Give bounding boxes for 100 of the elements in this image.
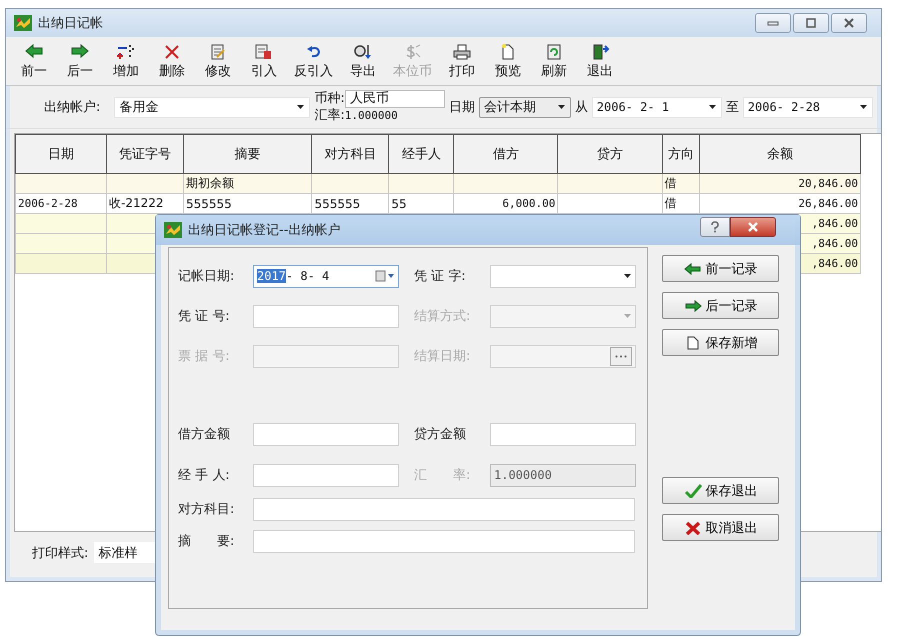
dropdown-field[interactable]: [490, 264, 636, 288]
table-cell: ,846.00: [812, 217, 858, 230]
table-cell: 26,846.00: [798, 197, 858, 210]
close-button[interactable]: [730, 217, 776, 237]
window-title: 出纳日记帐: [38, 15, 103, 32]
table-cell: 收-21222: [109, 196, 164, 210]
table-cell: ,846.00: [812, 237, 858, 250]
toolbar-button[interactable]: 导出: [343, 42, 383, 80]
column-header[interactable]: 余额: [700, 134, 860, 174]
rate-value: 1.000000: [344, 108, 398, 124]
left-arrow-icon: [684, 262, 702, 276]
toolbar-button[interactable]: 修改: [198, 42, 238, 80]
field-label: 凭 证 号:: [178, 308, 231, 325]
close-icon: [843, 18, 855, 28]
minimize-button[interactable]: [755, 13, 791, 33]
to-label: 至: [726, 99, 739, 116]
table-cell: 2006-2-28: [18, 197, 78, 210]
table-cell: ,846.00: [812, 257, 858, 270]
column-header[interactable]: 日期: [16, 134, 107, 174]
export-icon: [353, 42, 373, 60]
close-button[interactable]: [831, 13, 867, 33]
cross-icon: [684, 520, 702, 534]
currency-dropdown[interactable]: 人民币: [344, 90, 445, 108]
table-cell: 20,846.00: [798, 177, 858, 190]
currency-label: 币种:: [314, 91, 345, 107]
dialog-button[interactable]: 前一记录: [662, 255, 779, 282]
field-label: 结算日期:: [414, 348, 472, 365]
help-button[interactable]: [700, 217, 730, 237]
account-label: 出纳帐户:: [44, 99, 100, 116]
table-cell: 55: [391, 196, 407, 210]
field-label: 借方金额: [178, 426, 231, 443]
field-label: 汇 率:: [414, 467, 472, 484]
document-import-icon: [254, 42, 274, 60]
help-icon: [710, 221, 720, 233]
dropdown-arrow-icon: [296, 104, 306, 110]
to-date-picker[interactable]: 2006- 2-28: [742, 96, 873, 118]
column-header[interactable]: 经手人: [388, 134, 454, 174]
input-field[interactable]: [253, 498, 635, 520]
dialog-button[interactable]: 保存退出: [662, 477, 779, 504]
table-cell: 借: [664, 196, 677, 210]
input-field[interactable]: [253, 422, 399, 446]
table-row[interactable]: 期初余额 借 20,846.00: [16, 174, 860, 194]
toolbar-button[interactable]: 退出: [580, 42, 620, 80]
column-header[interactable]: 对方科目: [312, 134, 389, 174]
input-field[interactable]: [253, 530, 635, 552]
right-arrow-icon: [70, 42, 90, 60]
maximize-button[interactable]: [793, 13, 829, 33]
dialog-button[interactable]: 取消退出: [662, 514, 779, 541]
toolbar-button[interactable]: 增加: [106, 42, 146, 80]
toolbar-button[interactable]: 引入: [244, 42, 284, 80]
right-arrow-icon: [684, 298, 702, 312]
from-date-picker[interactable]: 2006- 2- 1: [592, 96, 722, 118]
dropdown-arrow-icon: [858, 104, 868, 110]
check-icon: [684, 484, 702, 498]
period-dropdown[interactable]: 会计本期: [478, 96, 571, 118]
field-label: 贷方金额: [414, 426, 467, 443]
toolbar-button[interactable]: 前一: [14, 42, 54, 80]
field-label: 经 手 人:: [178, 467, 231, 484]
toolbar-button[interactable]: 反引入: [290, 42, 337, 80]
dialog-button[interactable]: 保存新增: [662, 329, 779, 356]
dropdown-arrow-icon: [708, 104, 717, 110]
dropdown-arrow-icon: [556, 104, 566, 110]
toolbar-button[interactable]: 删除: [152, 42, 192, 80]
field-label: 票 据 号:: [178, 348, 231, 365]
calendar-dropdown-icon: [375, 270, 395, 282]
input-field[interactable]: [253, 464, 399, 486]
rate-label: 汇率:: [314, 108, 345, 124]
toolbar-button[interactable]: 刷新: [534, 42, 574, 80]
column-header[interactable]: 凭证字号: [106, 134, 184, 174]
print-style-label: 打印样式:: [32, 544, 88, 562]
input-field[interactable]: [490, 422, 636, 446]
toolbar-button[interactable]: 后一: [60, 42, 100, 80]
dialog-button[interactable]: 后一记录: [662, 292, 779, 319]
plus-lines-icon: [116, 42, 136, 60]
column-header[interactable]: 摘要: [183, 134, 312, 174]
table-cell: 555555: [186, 196, 232, 210]
table-row[interactable]: 2006-2-28 收-21222 555555 555555 55 6,000.00 借 26,846.00: [16, 194, 860, 214]
dropdown-arrow-icon: [623, 313, 632, 319]
left-arrow-icon: [24, 42, 44, 60]
account-dropdown[interactable]: 备用金: [114, 96, 310, 118]
toolbar-button[interactable]: 预览: [488, 42, 528, 80]
column-header[interactable]: 借方: [454, 134, 558, 174]
input-field[interactable]: [253, 304, 399, 328]
date-picker[interactable]: 2017- 8- 4: [253, 264, 399, 288]
field-label: 凭 证 字:: [414, 268, 467, 285]
table-cell: 期初余额: [186, 176, 234, 190]
close-icon: [747, 222, 759, 232]
app-icon: [164, 222, 182, 238]
toolbar-button[interactable]: 打印: [442, 42, 482, 80]
field-label: 结算方式:: [414, 308, 472, 325]
date-label: 日期: [448, 99, 475, 116]
minimize-icon: [767, 19, 779, 27]
column-header[interactable]: 方向: [662, 134, 700, 174]
app-icon: [14, 15, 32, 31]
from-label: 从: [574, 99, 588, 116]
ellipsis-icon: [615, 354, 627, 358]
maximize-icon: [805, 18, 817, 28]
table-cell: 555555: [314, 196, 360, 210]
column-header[interactable]: 贷方: [558, 134, 662, 174]
dialog-title: 出纳日记帐登记--出纳帐户: [188, 222, 340, 239]
